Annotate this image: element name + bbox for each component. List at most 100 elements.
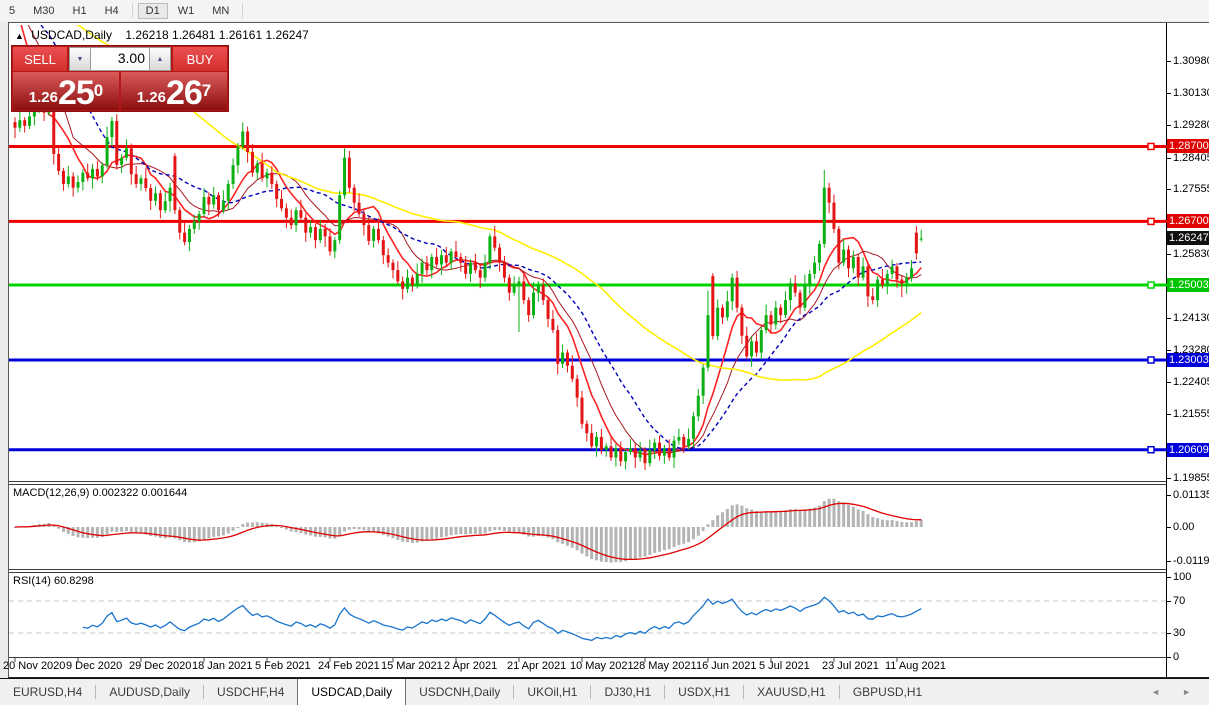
macd-axis-label: -0.011904 bbox=[1173, 555, 1209, 567]
sell-button[interactable]: SELL bbox=[13, 47, 67, 71]
date-label: 5 Jul 2021 bbox=[759, 660, 810, 672]
collapse-panel-icon[interactable]: ▲ bbox=[15, 31, 24, 41]
axis-tick bbox=[1167, 478, 1171, 479]
chart-canvas[interactable] bbox=[9, 23, 1167, 677]
price-tick-label: 1.22405 bbox=[1173, 376, 1209, 388]
chart-tab-gbpusd[interactable]: GBPUSD,H1 bbox=[840, 679, 935, 705]
bid-price-main: 25 bbox=[58, 78, 94, 108]
axis-tick bbox=[1167, 125, 1171, 126]
axis-tick bbox=[1167, 577, 1171, 578]
axis-tick bbox=[1167, 382, 1171, 383]
one-click-trading-panel: SELL ▼ 3.00 ▲ BUY 1.26250 1.26267 bbox=[11, 45, 229, 112]
tab-scroll-left-icon[interactable]: ◄ bbox=[1151, 687, 1160, 697]
price-axis: 1.309801.301301.292801.284051.275551.258… bbox=[1167, 22, 1209, 678]
bid-price-pip: 0 bbox=[94, 72, 103, 110]
price-tick-label: 1.30130 bbox=[1173, 87, 1209, 99]
date-label: 10 May 2021 bbox=[570, 660, 634, 672]
ask-price-prefix: 1.26 bbox=[137, 88, 166, 108]
chart-tab-usdcad[interactable]: USDCAD,Daily bbox=[297, 679, 406, 705]
rsi-indicator-label: RSI(14) 60.8298 bbox=[13, 575, 94, 587]
date-label: 15 Mar 2021 bbox=[381, 660, 443, 672]
chart-tab-audusd[interactable]: AUDUSD,Daily bbox=[96, 679, 203, 705]
date-label: 2 Apr 2021 bbox=[444, 660, 497, 672]
chart-title: ▲ USDCAD,Daily 1.26218 1.26481 1.26161 1… bbox=[15, 28, 309, 42]
ask-price-pip: 7 bbox=[202, 72, 211, 110]
timeframe-button-5[interactable]: 5 bbox=[1, 3, 23, 19]
date-label: 18 Jan 2021 bbox=[192, 660, 253, 672]
price-level-badge: 1.28700 bbox=[1167, 139, 1209, 153]
buy-price-box[interactable]: 1.26267 bbox=[121, 72, 227, 110]
axis-tick bbox=[1167, 633, 1171, 634]
chart-tab-usdchf[interactable]: USDCHF,H4 bbox=[204, 679, 297, 705]
date-label: 16 Jun 2021 bbox=[696, 660, 757, 672]
volume-decrease-button[interactable]: ▼ bbox=[69, 47, 91, 71]
date-label: 5 Feb 2021 bbox=[255, 660, 311, 672]
chart-tab-xauusd[interactable]: XAUUSD,H1 bbox=[744, 679, 839, 705]
chart-tab-bar: EURUSD,H4AUDUSD,DailyUSDCHF,H4USDCAD,Dai… bbox=[0, 678, 1209, 705]
timeframe-button-w1[interactable]: W1 bbox=[170, 3, 203, 19]
price-level-badge: 1.26247 bbox=[1167, 231, 1209, 245]
volume-increase-button[interactable]: ▲ bbox=[149, 47, 171, 71]
chart-ohlc-values: 1.26218 1.26481 1.26161 1.26247 bbox=[125, 28, 309, 42]
sell-price-box[interactable]: 1.26250 bbox=[13, 72, 119, 110]
axis-tick bbox=[1167, 414, 1171, 415]
chart-tab-ukoil[interactable]: UKOil,H1 bbox=[514, 679, 590, 705]
toolbar-separator bbox=[132, 3, 133, 18]
timeframe-toolbar: 5M30H1H4 D1W1MN bbox=[0, 0, 1209, 21]
volume-input[interactable]: 3.00 bbox=[91, 47, 149, 71]
date-label: 11 Aug 2021 bbox=[885, 660, 946, 672]
axis-tick bbox=[1167, 318, 1171, 319]
macd-axis-label: 0.01135 bbox=[1173, 489, 1209, 501]
axis-tick bbox=[1167, 254, 1171, 255]
price-tick-label: 1.28405 bbox=[1173, 152, 1209, 164]
bid-price-prefix: 1.26 bbox=[29, 88, 58, 108]
price-level-badge: 1.20609 bbox=[1167, 443, 1209, 457]
axis-tick bbox=[1167, 527, 1171, 528]
timeframe-button-d1[interactable]: D1 bbox=[138, 3, 168, 19]
axis-tick bbox=[1167, 158, 1171, 159]
price-tick-label: 1.29280 bbox=[1173, 119, 1209, 131]
buy-button[interactable]: BUY bbox=[173, 47, 227, 71]
ask-price-main: 26 bbox=[166, 78, 202, 108]
timeframe-button-m30[interactable]: M30 bbox=[25, 3, 62, 19]
axis-tick bbox=[1167, 93, 1171, 94]
rsi-axis-label: 70 bbox=[1173, 595, 1185, 607]
chart-tab-usdcnh[interactable]: USDCNH,Daily bbox=[406, 679, 513, 705]
price-tick-label: 1.21555 bbox=[1173, 408, 1209, 420]
rsi-axis-label: 0 bbox=[1173, 651, 1179, 663]
tab-scroll-right-icon[interactable]: ► bbox=[1182, 687, 1191, 697]
axis-tick bbox=[1167, 657, 1171, 658]
date-label: 21 Apr 2021 bbox=[507, 660, 566, 672]
axis-tick bbox=[1167, 561, 1171, 562]
chart-symbol: USDCAD,Daily bbox=[31, 28, 112, 42]
date-label: 24 Feb 2021 bbox=[318, 660, 380, 672]
chart-tab-dj30[interactable]: DJ30,H1 bbox=[591, 679, 664, 705]
price-level-badge: 1.23003 bbox=[1167, 353, 1209, 367]
macd-indicator-label: MACD(12,26,9) 0.002322 0.001644 bbox=[13, 487, 187, 499]
timeframe-button-h4[interactable]: H4 bbox=[97, 3, 127, 19]
macd-axis-label: 0.00 bbox=[1173, 521, 1194, 533]
date-label: 20 Nov 2020 bbox=[3, 660, 65, 672]
chart-tab-eurusd[interactable]: EURUSD,H4 bbox=[0, 679, 95, 705]
axis-tick bbox=[1167, 189, 1171, 190]
date-label: 29 Dec 2020 bbox=[129, 660, 191, 672]
price-level-badge: 1.26700 bbox=[1167, 214, 1209, 228]
date-label: 23 Jul 2021 bbox=[822, 660, 879, 672]
axis-tick bbox=[1167, 495, 1171, 496]
volume-spinner: ▼ 3.00 ▲ bbox=[69, 47, 171, 71]
rsi-axis-label: 30 bbox=[1173, 627, 1185, 639]
price-tick-label: 1.24130 bbox=[1173, 312, 1209, 324]
timeframe-button-h1[interactable]: H1 bbox=[65, 3, 95, 19]
price-tick-label: 1.25830 bbox=[1173, 248, 1209, 260]
chart-tab-usdx[interactable]: USDX,H1 bbox=[665, 679, 743, 705]
chart-window: ▲ USDCAD,Daily 1.26218 1.26481 1.26161 1… bbox=[8, 22, 1167, 678]
price-tick-label: 1.19855 bbox=[1173, 472, 1209, 484]
toolbar-separator bbox=[242, 3, 243, 18]
date-label: 9 Dec 2020 bbox=[66, 660, 122, 672]
price-tick-label: 1.30980 bbox=[1173, 55, 1209, 67]
axis-tick bbox=[1167, 601, 1171, 602]
axis-tick bbox=[1167, 61, 1171, 62]
axis-tick bbox=[1167, 350, 1171, 351]
date-label: 28 May 2021 bbox=[633, 660, 697, 672]
timeframe-button-mn[interactable]: MN bbox=[204, 3, 237, 19]
